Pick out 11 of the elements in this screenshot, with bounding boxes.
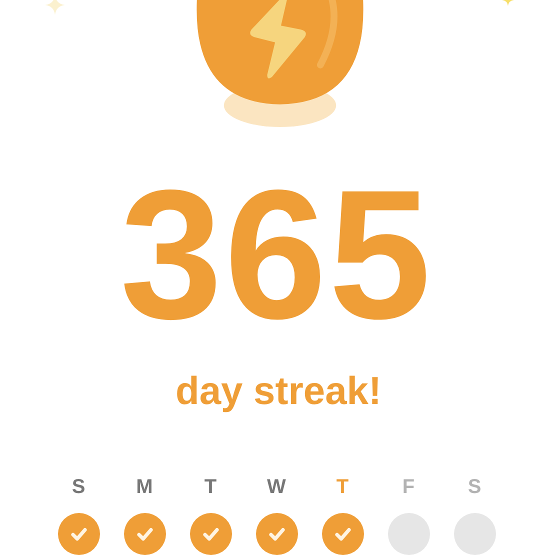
weekday-label: T xyxy=(204,477,217,497)
weekday-label: M xyxy=(136,477,153,497)
weekday-label: S xyxy=(72,477,86,497)
weekday-label: S xyxy=(468,477,482,497)
sparkle-icon xyxy=(500,0,516,6)
streak-caption: day streak! xyxy=(176,372,382,411)
weekday-label: F xyxy=(402,477,415,497)
weekday-label: W xyxy=(267,477,286,497)
sparkle-icon xyxy=(45,0,65,15)
weekday-label: T xyxy=(336,477,349,497)
streak-count: 365 xyxy=(120,162,433,346)
